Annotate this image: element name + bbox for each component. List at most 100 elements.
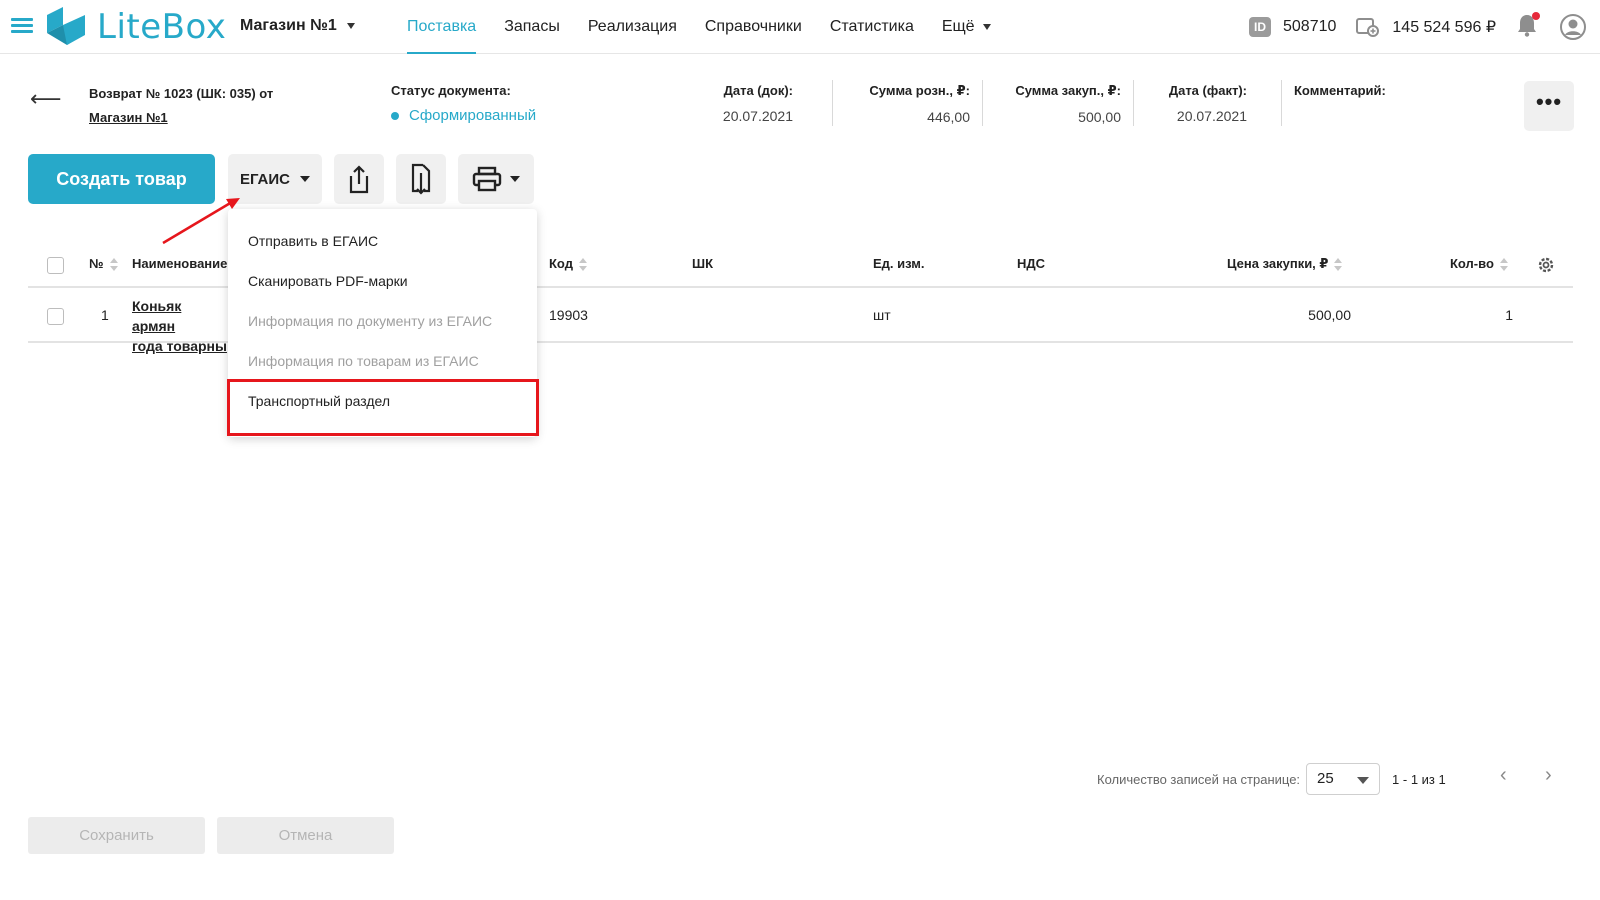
save-button[interactable]: Сохранить bbox=[28, 817, 205, 854]
back-arrow-icon[interactable]: ⟵ bbox=[30, 86, 62, 112]
page-size-value: 25 bbox=[1317, 770, 1334, 787]
store-selector-label: Магазин №1 bbox=[240, 17, 337, 34]
comment-label: Комментарий: bbox=[1294, 83, 1386, 98]
import-button[interactable] bbox=[396, 154, 446, 204]
store-selector[interactable]: Магазин №1 bbox=[240, 17, 355, 35]
sort-icon bbox=[1334, 257, 1343, 272]
printer-icon bbox=[472, 166, 502, 192]
notification-badge bbox=[1532, 11, 1540, 20]
menu-item-send-to-egais[interactable]: Отправить в ЕГАИС bbox=[248, 233, 378, 249]
column-header-code-label: Код bbox=[549, 256, 573, 271]
nav-item-supply[interactable]: Поставка bbox=[393, 0, 490, 54]
status-value: Сформированный bbox=[391, 107, 536, 124]
column-header-code[interactable]: Код bbox=[549, 256, 587, 272]
nav-item-sales[interactable]: Реализация bbox=[574, 0, 691, 54]
egais-menu-label: ЕГАИС bbox=[239, 170, 290, 188]
more-options-button[interactable]: ••• bbox=[1524, 81, 1574, 131]
document-title: Возврат № 1023 (ШК: 035) от bbox=[89, 86, 274, 101]
menu-item-product-info-egais: Информация по товарам из ЕГАИС bbox=[248, 353, 479, 369]
download-file-icon bbox=[411, 163, 431, 195]
id-icon: ID bbox=[1249, 17, 1271, 37]
nav-item-references[interactable]: Справочники bbox=[691, 0, 816, 54]
product-name-line1: Коньяк армян bbox=[132, 298, 182, 334]
column-header-barcode[interactable]: ШК bbox=[692, 256, 713, 271]
red-arrow-annotation bbox=[162, 198, 240, 245]
menu-item-document-info-egais: Информация по документу из ЕГАИС bbox=[248, 313, 493, 329]
row-checkbox[interactable] bbox=[47, 308, 64, 325]
next-page-button[interactable]: › bbox=[1545, 764, 1552, 787]
chevron-down-icon bbox=[1357, 777, 1370, 784]
nav-item-more[interactable]: Ещё bbox=[928, 0, 1005, 54]
notifications-button[interactable] bbox=[1516, 11, 1540, 42]
nav-item-stock[interactable]: Запасы bbox=[490, 0, 574, 54]
date-fact-value: 20.07.2021 bbox=[1176, 108, 1247, 124]
status-dot-icon bbox=[391, 112, 399, 121]
document-store-link[interactable]: Магазин №1 bbox=[89, 110, 168, 125]
chevron-down-icon bbox=[300, 176, 310, 182]
logo[interactable]: LiteBox bbox=[45, 5, 226, 49]
divider bbox=[982, 80, 983, 126]
wallet-icon[interactable] bbox=[1356, 16, 1380, 38]
chevron-down-icon bbox=[346, 22, 355, 29]
sum-retail-value: 446,00 bbox=[927, 109, 970, 125]
menu-item-scan-pdf-marks[interactable]: Сканировать PDF-марки bbox=[248, 273, 408, 289]
pagination: Количество записей на странице: 25 1 - 1… bbox=[1097, 762, 1446, 796]
product-price: 500,00 bbox=[1308, 307, 1351, 323]
column-header-number-label: № bbox=[89, 256, 104, 271]
sum-purchase-value: 500,00 bbox=[1078, 109, 1121, 125]
sum-retail-label: Сумма розн., ₽: bbox=[869, 83, 970, 98]
date-doc-column: Дата (док): 20.07.2021 bbox=[700, 83, 793, 124]
sum-retail-column: Сумма розн., ₽: 446,00 bbox=[850, 83, 970, 125]
select-all-checkbox[interactable] bbox=[47, 257, 64, 274]
balance: 145 524 596 ₽ bbox=[1392, 19, 1496, 36]
divider bbox=[1133, 80, 1134, 126]
date-fact-label: Дата (факт): bbox=[1168, 83, 1247, 98]
page-range: 1 - 1 из 1 bbox=[1392, 771, 1446, 787]
date-fact-column: Дата (факт): 20.07.2021 bbox=[1150, 83, 1247, 124]
page-size-select[interactable]: 25 bbox=[1306, 763, 1381, 795]
column-header-unit[interactable]: Ед. изм. bbox=[873, 256, 925, 271]
column-header-price-label: Цена закупки, ₽ bbox=[1227, 256, 1329, 271]
column-header-qty[interactable]: Кол-во bbox=[1450, 256, 1508, 272]
sort-icon bbox=[578, 257, 587, 272]
chevron-down-icon bbox=[510, 176, 520, 182]
main-nav: Поставка Запасы Реализация Справочники С… bbox=[393, 0, 1005, 54]
product-unit: шт bbox=[873, 307, 891, 323]
column-header-name[interactable]: Наименование bbox=[132, 256, 227, 271]
prev-page-button[interactable]: ‹ bbox=[1500, 764, 1507, 787]
status-label: Статус документа: bbox=[391, 83, 511, 98]
product-qty: 1 bbox=[1505, 307, 1513, 323]
upload-file-icon bbox=[349, 165, 369, 194]
print-menu-button[interactable] bbox=[458, 154, 534, 204]
cancel-button[interactable]: Отмена bbox=[217, 817, 394, 854]
logo-text: LiteBox bbox=[97, 7, 227, 47]
sum-purchase-label: Сумма закуп., ₽: bbox=[1015, 83, 1121, 98]
divider bbox=[832, 80, 833, 126]
sort-icon bbox=[1499, 257, 1508, 272]
divider bbox=[1281, 80, 1282, 126]
export-button[interactable] bbox=[334, 154, 384, 204]
user-avatar-icon[interactable] bbox=[1560, 14, 1586, 40]
chevron-down-icon bbox=[982, 23, 991, 30]
menu-icon[interactable] bbox=[11, 18, 33, 34]
account-id: 508710 bbox=[1283, 18, 1337, 35]
sort-icon bbox=[109, 257, 118, 272]
column-header-vat[interactable]: НДС bbox=[1017, 256, 1045, 271]
page-size-label: Количество записей на странице: bbox=[1097, 771, 1301, 787]
sum-purchase-column: Сумма закуп., ₽: 500,00 bbox=[1000, 83, 1121, 125]
column-header-number[interactable]: № bbox=[89, 256, 118, 272]
gear-icon[interactable] bbox=[1536, 255, 1556, 275]
status-value-text: Сформированный bbox=[409, 107, 537, 124]
column-header-qty-label: Кол-во bbox=[1450, 256, 1494, 271]
product-name-link[interactable]: Коньяк армян года товарны bbox=[132, 296, 227, 356]
nav-item-more-label: Ещё bbox=[941, 18, 975, 35]
product-code: 19903 bbox=[549, 307, 588, 323]
highlight-box bbox=[227, 379, 539, 436]
row-number: 1 bbox=[101, 307, 109, 323]
top-right-panel: ID 508710 145 524 596 ₽ bbox=[1249, 0, 1586, 54]
top-bar: LiteBox Магазин №1 Поставка Запасы Реали… bbox=[0, 0, 1600, 54]
nav-item-statistics[interactable]: Статистика bbox=[816, 0, 928, 54]
date-doc-value: 20.07.2021 bbox=[722, 108, 793, 124]
date-doc-label: Дата (док): bbox=[723, 83, 793, 98]
column-header-price[interactable]: Цена закупки, ₽ bbox=[1227, 256, 1343, 272]
